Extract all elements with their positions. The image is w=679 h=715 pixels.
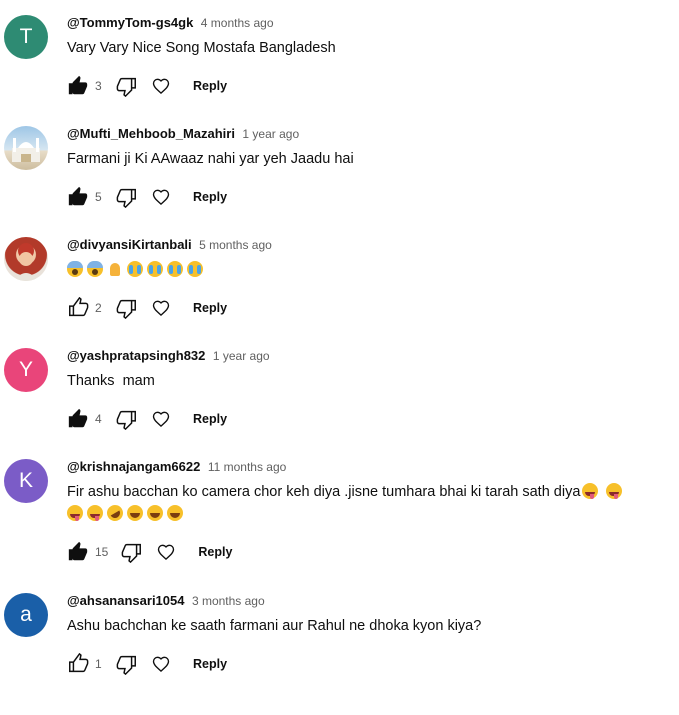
like-count: 15 xyxy=(95,545,109,559)
comment-text-line: Fir ashu bacchan ko camera chor keh diya… xyxy=(67,484,581,500)
scream-emoji-icon xyxy=(87,261,103,277)
like-count: 5 xyxy=(95,190,102,204)
winking-tongue-emoji-icon xyxy=(606,483,623,499)
avatar[interactable] xyxy=(4,237,48,281)
comment-text: Thanks mam xyxy=(67,373,155,389)
avatar[interactable]: a xyxy=(4,593,48,637)
laughing-emoji-icon xyxy=(127,505,143,521)
comment-time[interactable]: 1 year ago xyxy=(242,127,299,141)
laughing-emoji-icon xyxy=(147,505,163,521)
thumb-up-filled-icon[interactable] xyxy=(66,407,90,431)
heart-outline-icon[interactable] xyxy=(149,407,173,431)
heart-outline-icon[interactable] xyxy=(154,540,178,564)
pray-emoji-icon xyxy=(107,261,123,277)
avatar[interactable]: T xyxy=(4,15,48,59)
guru-portrait-image xyxy=(14,243,38,281)
like-count: 3 xyxy=(95,79,102,93)
scream-emoji-icon xyxy=(67,261,83,277)
avatar[interactable]: K xyxy=(4,459,48,503)
comment-author[interactable]: @yashpratapsingh832 xyxy=(67,348,205,363)
like-count: 4 xyxy=(95,412,102,426)
reply-button[interactable]: Reply xyxy=(193,657,227,671)
thumb-down-outline-icon[interactable] xyxy=(115,74,139,98)
avatar[interactable] xyxy=(4,126,48,170)
winking-tongue-emoji-icon xyxy=(87,505,103,521)
comment-text: Vary Vary Nice Song Mostafa Bangladesh xyxy=(67,40,336,56)
thumb-up-filled-icon[interactable] xyxy=(66,74,90,98)
crying-emoji-icon xyxy=(147,261,163,277)
comment-author[interactable]: @TommyTom-gs4gk xyxy=(67,15,193,30)
thumb-up-filled-icon[interactable] xyxy=(66,185,90,209)
reply-button[interactable]: Reply xyxy=(198,545,232,559)
thumb-up-outline-icon[interactable] xyxy=(66,296,90,320)
heart-outline-icon[interactable] xyxy=(149,185,173,209)
heart-outline-icon[interactable] xyxy=(149,74,173,98)
thumb-down-outline-icon[interactable] xyxy=(115,407,139,431)
reply-button[interactable]: Reply xyxy=(193,79,227,93)
comment-text: Ashu bachchan ke saath farmani aur Rahul… xyxy=(67,618,482,634)
reply-button[interactable]: Reply xyxy=(193,190,227,204)
comment-author[interactable]: @krishnajangam6622 xyxy=(67,459,200,474)
rofl-emoji-icon xyxy=(104,502,126,524)
comment-author[interactable]: @ahsanansari1054 xyxy=(67,593,184,608)
thumb-down-outline-icon[interactable] xyxy=(115,185,139,209)
comment-time[interactable]: 3 months ago xyxy=(192,594,265,608)
crying-emoji-icon xyxy=(127,261,143,277)
thumb-down-outline-icon[interactable] xyxy=(115,296,139,320)
comment-author[interactable]: @divyansiKirtanbali xyxy=(67,237,192,252)
reply-button[interactable]: Reply xyxy=(193,301,227,315)
comment-author[interactable]: @Mufti_Mehboob_Mazahiri xyxy=(67,126,235,141)
mosque-image xyxy=(12,138,40,162)
avatar[interactable]: Y xyxy=(4,348,48,392)
crying-emoji-icon xyxy=(187,261,203,277)
thumb-up-outline-icon[interactable] xyxy=(66,652,90,676)
like-count: 2 xyxy=(95,301,102,315)
comment-time[interactable]: 11 months ago xyxy=(208,460,287,474)
like-count: 1 xyxy=(95,657,102,671)
crying-emoji-icon xyxy=(167,261,183,277)
comment-text: Farmani ji Ki AAwaaz nahi yar yeh Jaadu … xyxy=(67,151,354,167)
winking-tongue-emoji-icon xyxy=(67,505,83,521)
comment-time[interactable]: 4 months ago xyxy=(201,16,274,30)
thumb-down-outline-icon[interactable] xyxy=(120,540,144,564)
reply-button[interactable]: Reply xyxy=(193,412,227,426)
thumb-up-filled-icon[interactable] xyxy=(66,540,90,564)
thumb-down-outline-icon[interactable] xyxy=(115,652,139,676)
laughing-emoji-icon xyxy=(167,505,183,521)
heart-outline-icon[interactable] xyxy=(149,296,173,320)
winking-tongue-emoji-icon xyxy=(582,483,599,499)
heart-outline-icon[interactable] xyxy=(149,652,173,676)
comment-time[interactable]: 5 months ago xyxy=(199,238,272,252)
comment-time[interactable]: 1 year ago xyxy=(213,349,270,363)
comment-text: Fir ashu bacchan ko camera chor keh diya… xyxy=(67,481,667,525)
comment-text xyxy=(67,259,667,281)
